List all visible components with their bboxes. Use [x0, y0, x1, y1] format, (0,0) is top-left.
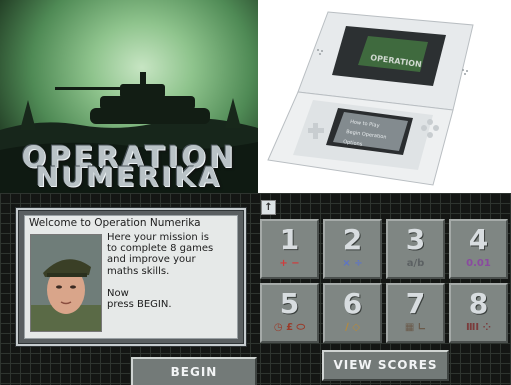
game-button-8[interactable]: 8 ⅢⅠ ⁘: [449, 283, 508, 343]
game-button-6[interactable]: 6 ∕ ◇: [323, 283, 382, 343]
game-screen: OPERATION NUMERIKA OPERATION How to Play…: [0, 0, 511, 385]
console-photo: OPERATION How to Play Begin Operation Op…: [258, 0, 511, 193]
title-art: OPERATION NUMERIKA: [0, 0, 258, 193]
measure-money-icon: ◷ £ ⬭: [273, 322, 306, 333]
soldier-portrait-image: [31, 235, 101, 331]
soldier-portrait: [30, 234, 102, 332]
game-button-7[interactable]: 7 ▦ ∟: [386, 283, 445, 343]
shapes-icon: ∕ ◇: [345, 322, 360, 333]
welcome-message: Here your mission is to complete 8 games…: [107, 232, 214, 311]
welcome-title: Welcome to Operation Numerika: [29, 217, 201, 229]
handheld-console-image: OPERATION How to Play Begin Operation Op…: [267, 11, 474, 186]
game-button-4[interactable]: 4 0.01: [449, 219, 508, 279]
tally-data-icon: ⅢⅠ ⁘: [465, 322, 492, 333]
game-number: 1: [279, 223, 300, 256]
game-number: 6: [342, 287, 363, 320]
welcome-panel-inner: Welcome to Operation Numerika Here your …: [24, 215, 238, 339]
game-number: 2: [342, 223, 363, 256]
decimal-icon: 0.01: [466, 258, 491, 269]
up-arrow-button[interactable]: ↑: [261, 200, 276, 215]
title-line-numerika: NUMERIKA: [35, 162, 223, 193]
game-number: 4: [468, 223, 489, 256]
game-number: 5: [279, 287, 300, 320]
fraction-icon: a/b: [406, 258, 425, 269]
add-subtract-icon: + −: [279, 258, 300, 269]
view-scores-button[interactable]: VIEW SCORES: [322, 350, 449, 381]
game-button-2[interactable]: 2 × ÷: [323, 219, 382, 279]
game-button-5[interactable]: 5 ◷ £ ⬭: [260, 283, 319, 343]
game-select-grid: 1 + − 2 × ÷ 3 a/b 4 0.01 5 ◷ £ ⬭ 6 ∕ ◇ 7…: [260, 219, 511, 345]
multiply-divide-icon: × ÷: [342, 258, 363, 269]
game-number: 7: [405, 287, 426, 320]
game-button-3[interactable]: 3 a/b: [386, 219, 445, 279]
begin-button[interactable]: BEGIN: [131, 357, 257, 385]
game-number: 3: [405, 223, 426, 256]
area-angle-icon: ▦ ∟: [404, 322, 427, 333]
game-number: 8: [468, 287, 489, 320]
welcome-panel: Welcome to Operation Numerika Here your …: [16, 208, 246, 346]
game-button-1[interactable]: 1 + −: [260, 219, 319, 279]
